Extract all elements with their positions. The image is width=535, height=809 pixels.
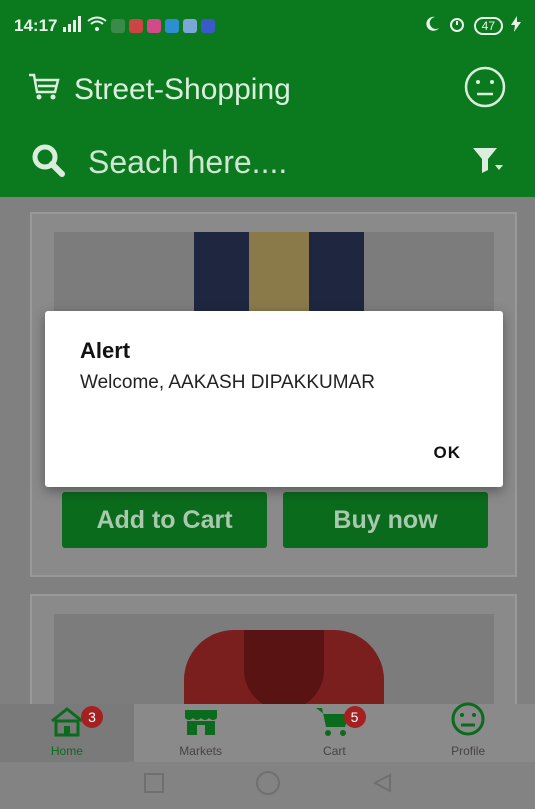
embroidery [244, 630, 324, 704]
cart-badge: 5 [343, 706, 366, 728]
product-image[interactable] [54, 614, 494, 704]
wifi-icon [87, 16, 108, 37]
moon-icon [424, 16, 440, 37]
nav-item-home[interactable]: 3 Home [0, 704, 134, 762]
status-bar: 14:17 47 [0, 0, 535, 52]
alert-dialog: Alert Welcome, AAKASH DIPAKKUMAR OK [45, 311, 503, 487]
search-input[interactable] [88, 143, 428, 181]
ok-button[interactable]: OK [434, 443, 462, 463]
app-icon [165, 19, 180, 33]
home-badge: 3 [81, 706, 103, 728]
home-icon [49, 707, 85, 742]
nav-label: Home [50, 744, 83, 758]
product-actions: Add to Cart Buy now [62, 492, 488, 548]
cart-icon[interactable] [28, 72, 60, 107]
bottom-nav: 3 Home Markets 5 Cart Profile [0, 701, 535, 762]
profile-smiley-icon[interactable] [463, 65, 507, 114]
alarm-icon [448, 15, 466, 38]
nav-label: Profile [451, 744, 486, 758]
gallery-icon [183, 19, 198, 33]
smiley-icon [450, 701, 486, 742]
filter-icon[interactable] [471, 145, 505, 180]
volte-icon [111, 19, 126, 33]
back-triangle-icon[interactable] [371, 772, 393, 799]
app-title: Street-Shopping [74, 72, 291, 106]
dialog-title: Alert [80, 338, 131, 363]
home-circle-icon[interactable] [255, 770, 281, 801]
system-navigation-bar [0, 762, 535, 809]
nav-item-cart[interactable]: 5 Cart [268, 704, 402, 762]
buy-now-button[interactable]: Buy now [283, 492, 488, 548]
status-icons [63, 15, 216, 37]
notification-icon [201, 19, 216, 33]
search-icon[interactable] [30, 142, 66, 183]
nav-item-markets[interactable]: Markets [134, 704, 268, 762]
dialog-message: Welcome, AAKASH DIPAKKUMAR [80, 372, 375, 393]
recents-icon[interactable] [143, 772, 165, 799]
store-icon [182, 707, 220, 742]
status-right: 47 [424, 15, 521, 38]
battery-indicator: 47 [473, 17, 503, 35]
app-bar: Street-Shopping [0, 52, 535, 127]
product-card[interactable] [30, 594, 517, 704]
status-time: 14:17 [14, 16, 58, 35]
kurta-image [184, 630, 384, 704]
nav-label: Cart [323, 744, 346, 758]
youtube-icon [129, 19, 144, 33]
instagram-icon [147, 19, 162, 33]
search-bar [0, 127, 535, 197]
add-to-cart-button[interactable]: Add to Cart [62, 492, 267, 548]
signal-icon [63, 15, 83, 37]
nav-label: Markets [179, 744, 222, 758]
nav-item-profile[interactable]: Profile [401, 701, 535, 762]
charging-icon [511, 15, 521, 37]
